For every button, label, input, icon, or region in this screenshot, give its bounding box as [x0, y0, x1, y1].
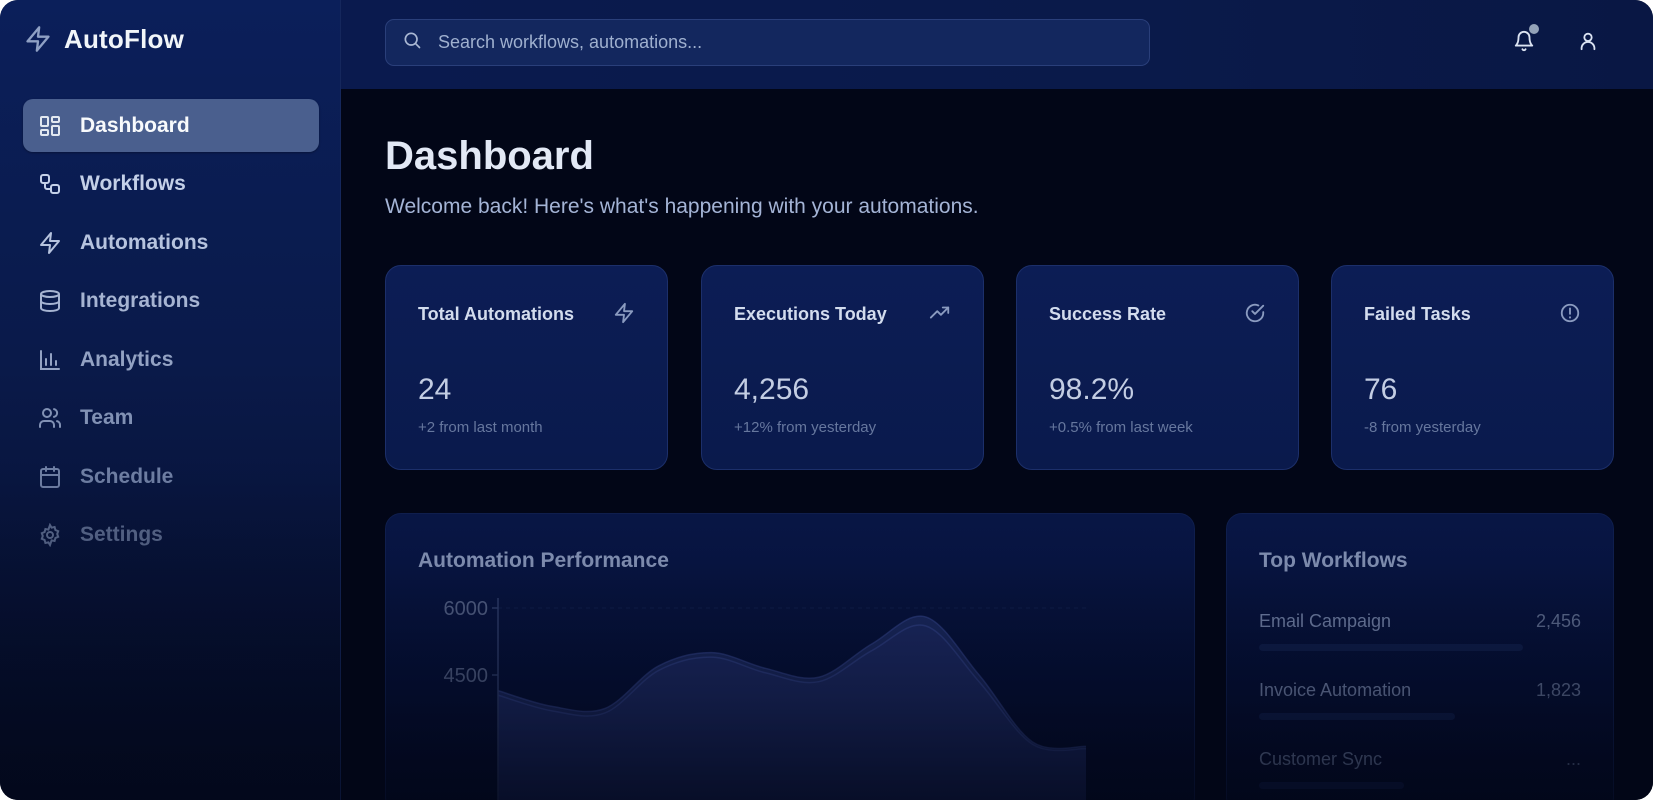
bar-chart-icon [38, 348, 62, 372]
sidebar-item-label: Analytics [80, 347, 174, 371]
stat-card-title: Success Rate [1049, 304, 1167, 324]
stat-card-title: Total Automations [418, 304, 574, 324]
brand[interactable]: AutoFlow [24, 22, 184, 56]
workflow-count: 1,823 [1535, 680, 1581, 700]
user-menu-button[interactable] [1577, 30, 1599, 57]
page-title: Dashboard [385, 134, 594, 178]
workflow-bar-track [1259, 644, 1581, 651]
search-bar[interactable] [385, 19, 1150, 66]
stat-card-value: 24 [418, 373, 452, 406]
workflow-name: Customer Sync [1259, 749, 1383, 769]
sidebar-item-label: Automations [80, 230, 209, 254]
stat-card-value: 4,256 [734, 373, 810, 406]
zap-icon [613, 302, 635, 329]
performance-chart: 6000 4500 [444, 598, 1087, 800]
y-tick-label: 6000 [444, 598, 489, 620]
sidebar-item-label: Dashboard [80, 113, 190, 137]
sidebar-item-workflows[interactable]: Workflows [23, 158, 319, 211]
workflow-name: Invoice Automation [1259, 680, 1412, 700]
app-window: AutoFlow Dashboard Workflows Automations [0, 0, 1653, 800]
top-workflows-panel: Top Workflows Email Campaign 2,456 Invoi… [1226, 513, 1614, 800]
sidebar-item-schedule[interactable]: Schedule [23, 450, 319, 503]
workflow-count: ... [1565, 749, 1581, 769]
workflow-bar [1259, 782, 1404, 789]
sidebar-item-label: Workflows [80, 172, 186, 195]
workflow-bar [1259, 644, 1524, 651]
alert-circle-icon [1559, 302, 1581, 329]
workflow-icon [38, 172, 62, 196]
stat-card-change: +2 from last month [418, 419, 543, 436]
sidebar-item-label: Schedule [80, 464, 174, 488]
stat-card-success-rate[interactable]: Success Rate 98.2% +0.5% from last week [1016, 265, 1299, 470]
sidebar-item-label: Team [80, 406, 134, 429]
sidebar-item-automations[interactable]: Automations [23, 216, 319, 269]
workflow-row[interactable]: Email Campaign 2,456 [1259, 611, 1581, 671]
stat-card-change: +0.5% from last week [1049, 419, 1193, 436]
check-circle-icon [1244, 302, 1266, 329]
workflow-bar-track [1259, 782, 1581, 789]
user-icon [1577, 32, 1599, 56]
main-content: Dashboard Welcome back! Here's what's ha… [341, 89, 1653, 800]
bell-icon [1513, 31, 1535, 56]
panel-title: Top Workflows [1259, 549, 1408, 572]
layout-grid-icon [38, 114, 62, 138]
sidebar-item-analytics[interactable]: Analytics [23, 333, 319, 386]
stat-card-total-automations[interactable]: Total Automations 24 +2 from last month [385, 265, 668, 470]
workflow-row[interactable]: Customer Sync ... [1259, 749, 1581, 800]
sidebar: AutoFlow Dashboard Workflows Automations [0, 0, 341, 800]
brand-name: AutoFlow [64, 23, 185, 54]
zap-icon [24, 24, 52, 54]
sidebar-item-label: Settings [80, 523, 163, 546]
stat-card-value: 98.2% [1049, 373, 1135, 406]
stat-card-value: 76 [1364, 373, 1398, 406]
stat-card-change: +12% from yesterday [734, 419, 877, 436]
sidebar-item-settings[interactable]: Settings [23, 509, 319, 562]
workflow-bar-track [1259, 713, 1581, 720]
zap-icon [38, 231, 62, 255]
workflow-row[interactable]: Invoice Automation 1,823 [1259, 680, 1581, 740]
gear-icon [38, 523, 62, 547]
sidebar-item-dashboard[interactable]: Dashboard [23, 99, 319, 152]
stat-card-change: -8 from yesterday [1364, 419, 1481, 436]
trending-up-icon [929, 302, 951, 329]
stat-card-failed-tasks[interactable]: Failed Tasks 76 -8 from yesterday [1331, 265, 1614, 470]
database-icon [38, 289, 62, 313]
stat-card-title: Failed Tasks [1364, 304, 1471, 324]
search-input[interactable] [436, 31, 1149, 54]
calendar-icon [38, 465, 62, 489]
topbar [341, 0, 1653, 90]
sidebar-item-team[interactable]: Team [23, 392, 319, 445]
sidebar-item-label: Integrations [80, 289, 201, 312]
search-icon [402, 30, 422, 55]
page-subtitle: Welcome back! Here's what's happening wi… [385, 195, 979, 218]
stat-card-title: Executions Today [734, 304, 887, 324]
users-icon [38, 406, 62, 430]
automation-performance-panel: Automation Performance 6000 4500 [385, 513, 1195, 800]
y-tick-label: 4500 [444, 665, 489, 687]
sidebar-item-integrations[interactable]: Integrations [23, 275, 319, 328]
workflow-count: 2,456 [1535, 611, 1581, 631]
sidebar-nav: Dashboard Workflows Automations Integrat… [23, 99, 319, 567]
stat-card-executions-today[interactable]: Executions Today 4,256 +12% from yesterd… [701, 265, 984, 470]
workflow-bar [1259, 713, 1456, 720]
notification-badge [1529, 24, 1539, 34]
workflow-name: Email Campaign [1259, 611, 1392, 631]
notifications-button[interactable] [1513, 24, 1539, 57]
